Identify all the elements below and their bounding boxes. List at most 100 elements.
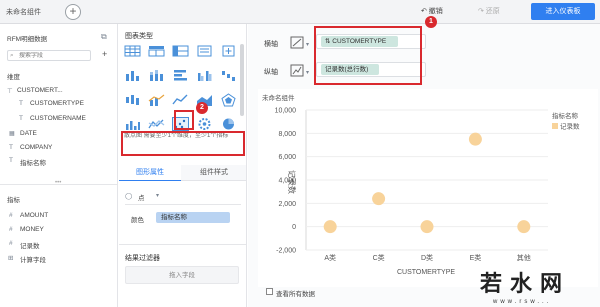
section-divider <box>119 244 246 245</box>
legend-title: 指标名称 <box>552 111 579 120</box>
scatter-points <box>323 132 531 234</box>
chevron-down-icon: ▾ <box>156 193 160 199</box>
dimension-item[interactable]: CUSTOMERTYPE <box>30 100 84 107</box>
color-field-pill[interactable]: 指标名称 <box>156 212 230 223</box>
show-all-data-checkbox[interactable] <box>266 288 273 295</box>
range-bar-icon[interactable] <box>124 93 141 107</box>
chevron-down-icon[interactable]: ▾ <box>306 41 309 48</box>
y-tick-label: 0 <box>292 224 296 231</box>
scatter-point[interactable] <box>323 220 337 234</box>
y-axis-type-icon[interactable] <box>290 64 304 77</box>
dimension-item[interactable]: DATE <box>20 130 37 137</box>
radar-chart-icon[interactable] <box>220 93 237 107</box>
undo-button[interactable]: ↶ 撤销 <box>421 6 443 16</box>
dual-axis-line-icon[interactable] <box>148 117 165 131</box>
folder-collapse-icon[interactable]: ⊤ <box>7 87 13 95</box>
grouped-bar-icon[interactable] <box>196 68 213 82</box>
line-chart-icon[interactable] <box>172 93 189 107</box>
pie-chart-icon[interactable] <box>220 117 237 131</box>
kpi-card-icon[interactable] <box>220 44 237 58</box>
horizontal-bar-icon[interactable] <box>172 68 189 82</box>
chart-type-scrollbar[interactable] <box>240 44 244 116</box>
x-axis-field-pill[interactable]: ⇅ CUSTOMERTYPE <box>321 36 398 47</box>
add-field-button[interactable]: + <box>102 49 107 59</box>
mark-type-select[interactable]: ◯ 点 ▾ <box>125 190 241 202</box>
tab-unnamed-component[interactable]: 未命名组件 <box>6 7 41 17</box>
number-field-icon: # <box>9 212 13 219</box>
annotation-badge-2: 2 <box>196 102 208 114</box>
measure-item[interactable]: 记录数 <box>20 240 40 250</box>
calendar-icon: ▦ <box>9 131 15 137</box>
measure-item[interactable]: AMOUNT <box>20 212 48 219</box>
combo-chart-icon[interactable] <box>148 93 165 107</box>
waterfall-chart-icon[interactable] <box>220 68 237 82</box>
dimension-item[interactable]: 指标名称 <box>20 157 46 167</box>
x-tick-label: 其他 <box>517 253 531 262</box>
cross-table-icon[interactable] <box>172 44 189 58</box>
x-tick-label: C类 <box>373 253 385 262</box>
calculated-field-icon: ⊞ <box>8 255 14 262</box>
y-tick-label: 8,000 <box>278 131 296 138</box>
y-tick-labels: 10,0008,0006,0004,0002,0000-2,000 <box>275 108 548 255</box>
legend-item[interactable]: 记录数 <box>560 122 580 131</box>
calculated-field-button[interactable]: 计算字段 <box>20 254 46 264</box>
scatter-chart: 10,0008,0006,0004,0002,0000-2,000 A类 C类 D类… <box>275 108 580 277</box>
scatter-chart-icon[interactable] <box>172 117 189 131</box>
tab-component-style[interactable]: 组件样式 <box>183 165 245 181</box>
annotation-badge-1: 1 <box>425 16 437 28</box>
x-tick-label: A类 <box>324 253 336 262</box>
show-all-data-label: 查看所有数据 <box>276 291 315 298</box>
grouped-table-icon[interactable] <box>148 44 165 58</box>
scatter-point[interactable] <box>468 132 482 146</box>
add-tab-button[interactable]: + <box>65 4 81 20</box>
number-field-icon: # <box>9 240 13 247</box>
gear-chart-icon[interactable] <box>196 117 213 131</box>
chart-type-description: 散点图 需要至少1个维度，至少1个指标 <box>124 133 229 139</box>
table-chart-icon[interactable] <box>124 44 141 58</box>
x-tick-label: D类 <box>421 253 433 262</box>
text-field-icon: T <box>19 115 23 122</box>
watermark-url: www.rsw... <box>493 299 552 305</box>
stacked-bar-icon[interactable] <box>148 68 165 82</box>
property-divider <box>125 204 241 205</box>
chevron-down-icon[interactable]: ▾ <box>306 69 309 76</box>
search-input[interactable] <box>19 52 89 60</box>
scatter-point[interactable] <box>517 220 531 234</box>
y-tick-label: 10,000 <box>275 108 297 115</box>
redo-button[interactable]: ↷ 还原 <box>478 6 500 16</box>
chart-type-title: 图表类型 <box>125 33 153 40</box>
search-icon: ⌕ <box>10 52 14 59</box>
switch-dataset-icon[interactable]: ⧉ <box>101 32 107 42</box>
legend-swatch <box>552 123 558 129</box>
watermark-logo: 若水网 <box>480 272 571 297</box>
measure-item[interactable]: MONEY <box>20 226 44 233</box>
enter-dashboard-button[interactable]: 进入仪表板 <box>531 3 595 20</box>
dimension-item[interactable]: COMPANY <box>20 144 52 151</box>
y-axis-field-pill[interactable]: 记录数(总行数) <box>321 64 379 75</box>
filter-drop-zone[interactable]: 拖入字段 <box>125 266 239 284</box>
text-field-icon: T <box>9 157 13 164</box>
point-icon: ◯ <box>125 193 133 200</box>
dataset-name[interactable]: RFM明细数据 <box>7 33 47 43</box>
dimension-item[interactable]: CUSTOMERT... <box>17 87 63 94</box>
dimension-item[interactable]: CUSTOMERNAME <box>30 115 86 122</box>
y-tick-label: 6,000 <box>278 154 296 161</box>
bar-line-icon[interactable] <box>124 117 141 131</box>
text-field-icon: T <box>19 100 23 107</box>
search-field[interactable]: ⌕ <box>7 50 91 61</box>
tab-graph-attributes[interactable]: 图形属性 <box>119 165 181 181</box>
color-label: 颜色 <box>131 217 144 224</box>
y-axis-label: 纵轴 <box>264 69 278 76</box>
mark-type-value: 点 <box>138 195 145 202</box>
bar-chart-icon[interactable] <box>124 68 141 82</box>
drag-handle-icon[interactable]: ••• <box>55 180 61 186</box>
y-tick-label: 2,000 <box>278 201 296 208</box>
x-axis-type-icon[interactable] <box>290 36 304 49</box>
scatter-point[interactable] <box>420 220 434 234</box>
detail-table-icon[interactable] <box>196 44 213 58</box>
x-tick-labels: A类 C类 D类 E类 其他 <box>324 253 530 262</box>
y-axis-title: 记录数 <box>287 170 297 194</box>
x-axis-field-name: CUSTOMERTYPE <box>332 38 387 45</box>
scatter-point[interactable] <box>372 192 386 206</box>
text-field-icon: T <box>9 144 13 151</box>
